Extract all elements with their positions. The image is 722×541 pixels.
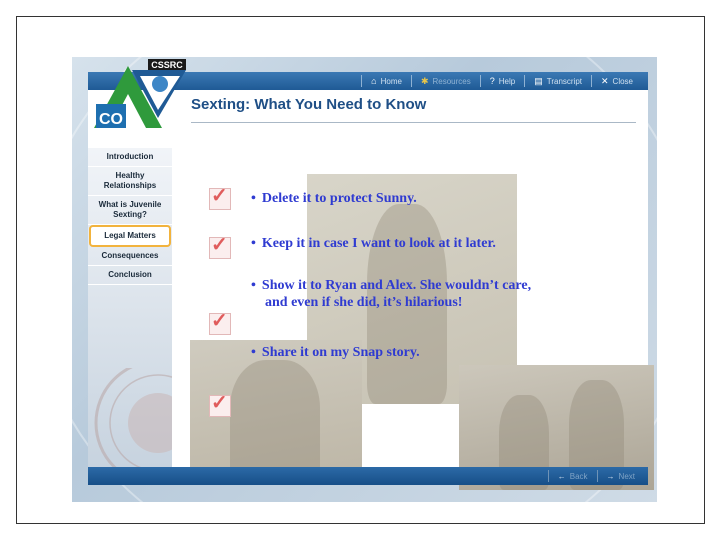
option-4-text: Share it on my Snap story. bbox=[261, 345, 420, 360]
resources-icon: ✱ bbox=[420, 75, 429, 86]
next-arrow-icon: → bbox=[606, 471, 615, 481]
cssrc-logo: CSSRC CO bbox=[94, 59, 186, 128]
option-4[interactable]: • Share it on my Snap story. bbox=[251, 344, 420, 361]
state-seal-watermark bbox=[94, 368, 172, 478]
option-1-text: Delete it to protect Sunny. bbox=[261, 191, 417, 206]
close-button[interactable]: ✕ Close bbox=[591, 75, 642, 87]
checkmark-icon: ✓ bbox=[211, 392, 228, 414]
resources-button[interactable]: ✱ Resources bbox=[410, 75, 480, 87]
home-label: Home bbox=[380, 76, 402, 86]
back-label: Back bbox=[569, 471, 588, 481]
transcript-icon: ▤ bbox=[534, 75, 543, 86]
sidebar-item-legal-matters[interactable]: Legal Matters bbox=[89, 225, 171, 247]
option-checkbox-4[interactable]: ✓ bbox=[209, 392, 231, 417]
option-checkbox-3[interactable]: ✓ bbox=[209, 310, 231, 335]
sidebar-item-healthy-relationships[interactable]: Healthy Relationships bbox=[88, 167, 172, 196]
logo-state: CO bbox=[99, 111, 123, 128]
transcript-button[interactable]: ▤ Transcript bbox=[524, 75, 591, 87]
sidebar-item-conclusion[interactable]: Conclusion bbox=[88, 266, 172, 285]
help-button[interactable]: ? Help bbox=[479, 75, 524, 87]
option-1[interactable]: • Delete it to protect Sunny. bbox=[251, 190, 417, 207]
help-icon: ? bbox=[489, 76, 495, 86]
checkmark-icon: ✓ bbox=[211, 310, 228, 332]
transcript-label: Transcript bbox=[546, 76, 582, 86]
logo-acronym: CSSRC bbox=[151, 60, 183, 70]
close-icon: ✕ bbox=[601, 75, 609, 86]
back-arrow-icon: ← bbox=[557, 471, 566, 481]
option-3[interactable]: • Show it to Ryan and Alex. She wouldn’t … bbox=[251, 277, 531, 311]
option-3-text: Show it to Ryan and Alex. She wouldn’t c… bbox=[261, 278, 532, 293]
next-label: Next bbox=[618, 471, 635, 481]
option-3-text-continued: and even if she did, it’s hilarious! bbox=[265, 295, 463, 310]
course-player: ⌂ Home ✱ Resources ? Help ▤ Transcript ✕… bbox=[72, 57, 657, 502]
option-2-text: Keep it in case I want to look at it lat… bbox=[261, 236, 496, 251]
sidebar-item-introduction[interactable]: Introduction bbox=[88, 148, 172, 167]
sidebar-item-consequences[interactable]: Consequences bbox=[88, 247, 172, 266]
back-button[interactable]: ← Back bbox=[547, 470, 597, 482]
home-button[interactable]: ⌂ Home bbox=[361, 75, 411, 87]
page-title: Sexting: What You Need to Know bbox=[191, 96, 427, 113]
home-icon: ⌂ bbox=[371, 76, 377, 86]
resources-label: Resources bbox=[432, 76, 471, 86]
sidebar-item-juvenile-sexting[interactable]: What is Juvenile Sexting? bbox=[88, 196, 172, 225]
close-label: Close bbox=[612, 76, 633, 86]
option-2[interactable]: • Keep it in case I want to look at it la… bbox=[251, 235, 496, 252]
sidebar: Introduction Healthy Relationships What … bbox=[88, 148, 172, 478]
next-button[interactable]: → Next bbox=[596, 470, 644, 482]
title-divider bbox=[191, 122, 636, 123]
slide-content: CSSRC CO Sexting: What You Need to Know … bbox=[88, 59, 654, 490]
option-checkbox-2[interactable]: ✓ bbox=[209, 234, 231, 259]
checkmark-icon: ✓ bbox=[211, 234, 228, 256]
option-checkbox-1[interactable]: ✓ bbox=[209, 185, 231, 210]
checkmark-icon: ✓ bbox=[211, 185, 228, 207]
help-label: Help bbox=[498, 76, 516, 86]
bottom-navigation-bar: ← Back → Next bbox=[88, 467, 648, 485]
